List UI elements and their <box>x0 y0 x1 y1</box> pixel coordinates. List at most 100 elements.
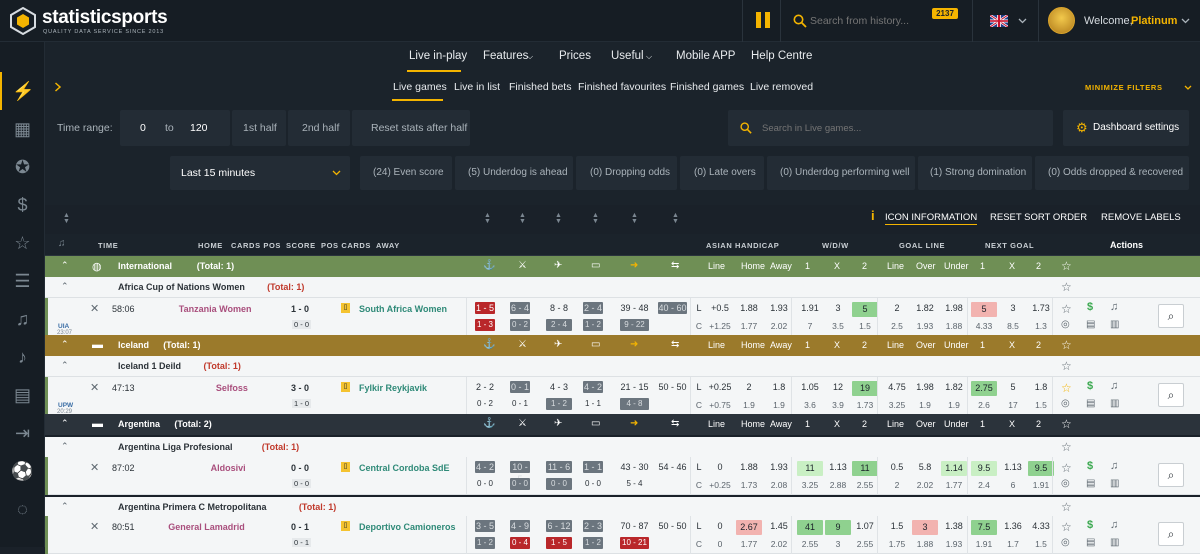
odds-value[interactable]: C <box>694 479 704 491</box>
clipboard-icon[interactable]: ▤ <box>1086 537 1095 548</box>
bell-icon[interactable]: ♫ <box>1110 519 1118 531</box>
close-icon[interactable]: ✕ <box>90 461 99 474</box>
odds-value[interactable]: 1.77 <box>941 479 967 491</box>
nav-useful[interactable]: Useful <box>611 50 644 62</box>
odds-value[interactable]: 1.9 <box>766 399 792 411</box>
odds-value[interactable]: 1.73 <box>852 399 878 411</box>
instagram-icon[interactable]: ◎ <box>1061 398 1070 409</box>
nav-live-in-play[interactable]: Live in-play <box>409 50 467 62</box>
odds-value[interactable]: 1.88 <box>736 302 762 314</box>
username[interactable]: Platinum <box>1131 15 1177 27</box>
chevron-up-icon[interactable]: ⌃ <box>61 501 69 512</box>
odds-value[interactable]: 1.88 <box>912 538 938 550</box>
odds-value[interactable]: 1.73 <box>736 479 762 491</box>
odds-value[interactable]: 1.82 <box>941 381 967 393</box>
odds-value[interactable]: 1.93 <box>941 538 967 550</box>
sidebar-item-prices[interactable]: $ <box>0 186 45 224</box>
odds-value[interactable]: 8.5 <box>1000 320 1026 332</box>
odds-value[interactable]: +1.25 <box>707 320 733 332</box>
home-team[interactable]: General Lamadrid <box>168 522 245 532</box>
bell-icon[interactable]: ♫ <box>1110 380 1118 392</box>
odds-value[interactable]: L <box>694 381 704 393</box>
odds-value[interactable]: 2 <box>884 302 910 314</box>
sidebar-item-calendar[interactable]: ▦ <box>0 110 45 148</box>
odds-value[interactable]: C <box>694 399 704 411</box>
chevron-up-icon[interactable]: ⌃ <box>61 360 69 371</box>
sidebar-item-dashboard[interactable]: ▤ <box>0 376 45 414</box>
clipboard-icon[interactable]: ▤ <box>1086 398 1095 409</box>
live-search-input[interactable] <box>762 120 1032 136</box>
home-team[interactable]: Aldosivi <box>211 463 246 473</box>
odds-value[interactable]: 1.9 <box>912 399 938 411</box>
dollar-icon[interactable]: $ <box>1087 519 1093 531</box>
icon-information-button[interactable]: ICON INFORMATION <box>885 212 978 225</box>
sort-arrows-icon[interactable]: ▲ ▼ <box>592 212 599 225</box>
odds-value[interactable]: 6 <box>1000 479 1026 491</box>
clipboard-icon[interactable]: ▤ <box>1086 478 1095 489</box>
odds-value[interactable]: 1.3 <box>1028 320 1054 332</box>
star-icon[interactable]: ☆ <box>1061 500 1072 514</box>
logo[interactable]: statisticsports QUALITY DATA SERVICE SIN… <box>10 6 195 36</box>
odds-value[interactable]: 1.77 <box>736 320 762 332</box>
odds-value[interactable]: +0.25 <box>707 479 733 491</box>
odds-value[interactable]: 9.5 <box>1028 461 1054 476</box>
odds-value[interactable]: 11 <box>797 461 823 476</box>
odds-value[interactable]: 1.82 <box>912 302 938 314</box>
star-icon[interactable]: ☆ <box>1061 359 1072 373</box>
odds-value[interactable]: 3 <box>1000 302 1026 314</box>
home-team[interactable]: Selfoss <box>216 383 248 393</box>
dollar-icon[interactable]: $ <box>1087 301 1093 313</box>
sidebar-item-settings[interactable]: ◌ <box>0 490 45 528</box>
odds-value[interactable]: 41 <box>797 520 823 535</box>
odds-value[interactable]: 1.75 <box>884 538 910 550</box>
odds-value[interactable]: 3.6 <box>797 399 823 411</box>
odds-value[interactable]: 1.5 <box>1028 399 1054 411</box>
odds-value[interactable]: 1.36 <box>1000 520 1026 532</box>
sidebar-item-alerts-2[interactable]: ♪ <box>0 338 45 376</box>
away-team[interactable]: Fylkir Reykjavik <box>359 383 427 393</box>
odds-value[interactable]: 0 <box>707 538 733 550</box>
star-icon[interactable]: ☆ <box>1061 338 1072 352</box>
odds-value[interactable]: 17 <box>1000 399 1026 411</box>
odds-value[interactable]: 5 <box>1000 381 1026 393</box>
odds-value[interactable]: 1.07 <box>852 520 878 532</box>
tab-finished-games[interactable]: Finished games <box>670 81 744 93</box>
odds-value[interactable]: 2.02 <box>766 320 792 332</box>
bell-icon[interactable]: ♫ <box>1110 301 1118 313</box>
chevron-up-icon[interactable]: ⌃ <box>61 281 69 292</box>
home-team[interactable]: Tanzania Women <box>179 304 252 314</box>
tab-live-in-list[interactable]: Live in list <box>454 81 500 93</box>
tab-live-removed[interactable]: Live removed <box>750 81 813 93</box>
close-icon[interactable]: ✕ <box>90 381 99 394</box>
tab-live-games[interactable]: Live games <box>393 81 447 93</box>
odds-value[interactable]: 2.5 <box>884 320 910 332</box>
sort-arrows-icon[interactable]: ▲ ▼ <box>672 212 679 225</box>
sort-arrows-icon[interactable]: ▲ ▼ <box>484 212 491 225</box>
away-team[interactable]: Central Cordoba SdE <box>359 463 450 473</box>
nav-mobile-app[interactable]: Mobile APP <box>676 50 735 62</box>
away-team[interactable]: South Africa Women <box>359 304 447 314</box>
odds-value[interactable]: 0.5 <box>884 461 910 473</box>
dollar-icon[interactable]: $ <box>1087 460 1093 472</box>
odds-value[interactable]: 19 <box>852 381 878 396</box>
dollar-icon[interactable]: $ <box>1087 380 1093 392</box>
odds-value[interactable]: 1.8 <box>1028 381 1054 393</box>
search-match-button[interactable]: ⌕ <box>1158 383 1184 407</box>
odds-value[interactable]: 12 <box>825 381 851 393</box>
star-icon[interactable]: ☆ <box>1061 302 1072 316</box>
odds-value[interactable]: 1.5 <box>884 520 910 532</box>
odds-value[interactable]: 2.55 <box>797 538 823 550</box>
odds-value[interactable]: C <box>694 320 704 332</box>
sort-arrows-icon[interactable]: ▲ ▼ <box>631 212 638 225</box>
odds-value[interactable]: 1.9 <box>736 399 762 411</box>
nav-features[interactable]: Features <box>483 50 528 62</box>
odds-value[interactable]: 1.77 <box>736 538 762 550</box>
odds-value[interactable]: 1.05 <box>797 381 823 393</box>
odds-value[interactable]: 3 <box>825 302 851 314</box>
sidebar-item-verified[interactable]: ✪ <box>0 148 45 186</box>
history-search-input[interactable] <box>810 12 922 30</box>
nav-prices[interactable]: Prices <box>559 50 591 62</box>
odds-value[interactable]: 2.55 <box>852 479 878 491</box>
odds-value[interactable]: 1.5 <box>852 320 878 332</box>
odds-value[interactable]: 1.14 <box>941 461 967 476</box>
